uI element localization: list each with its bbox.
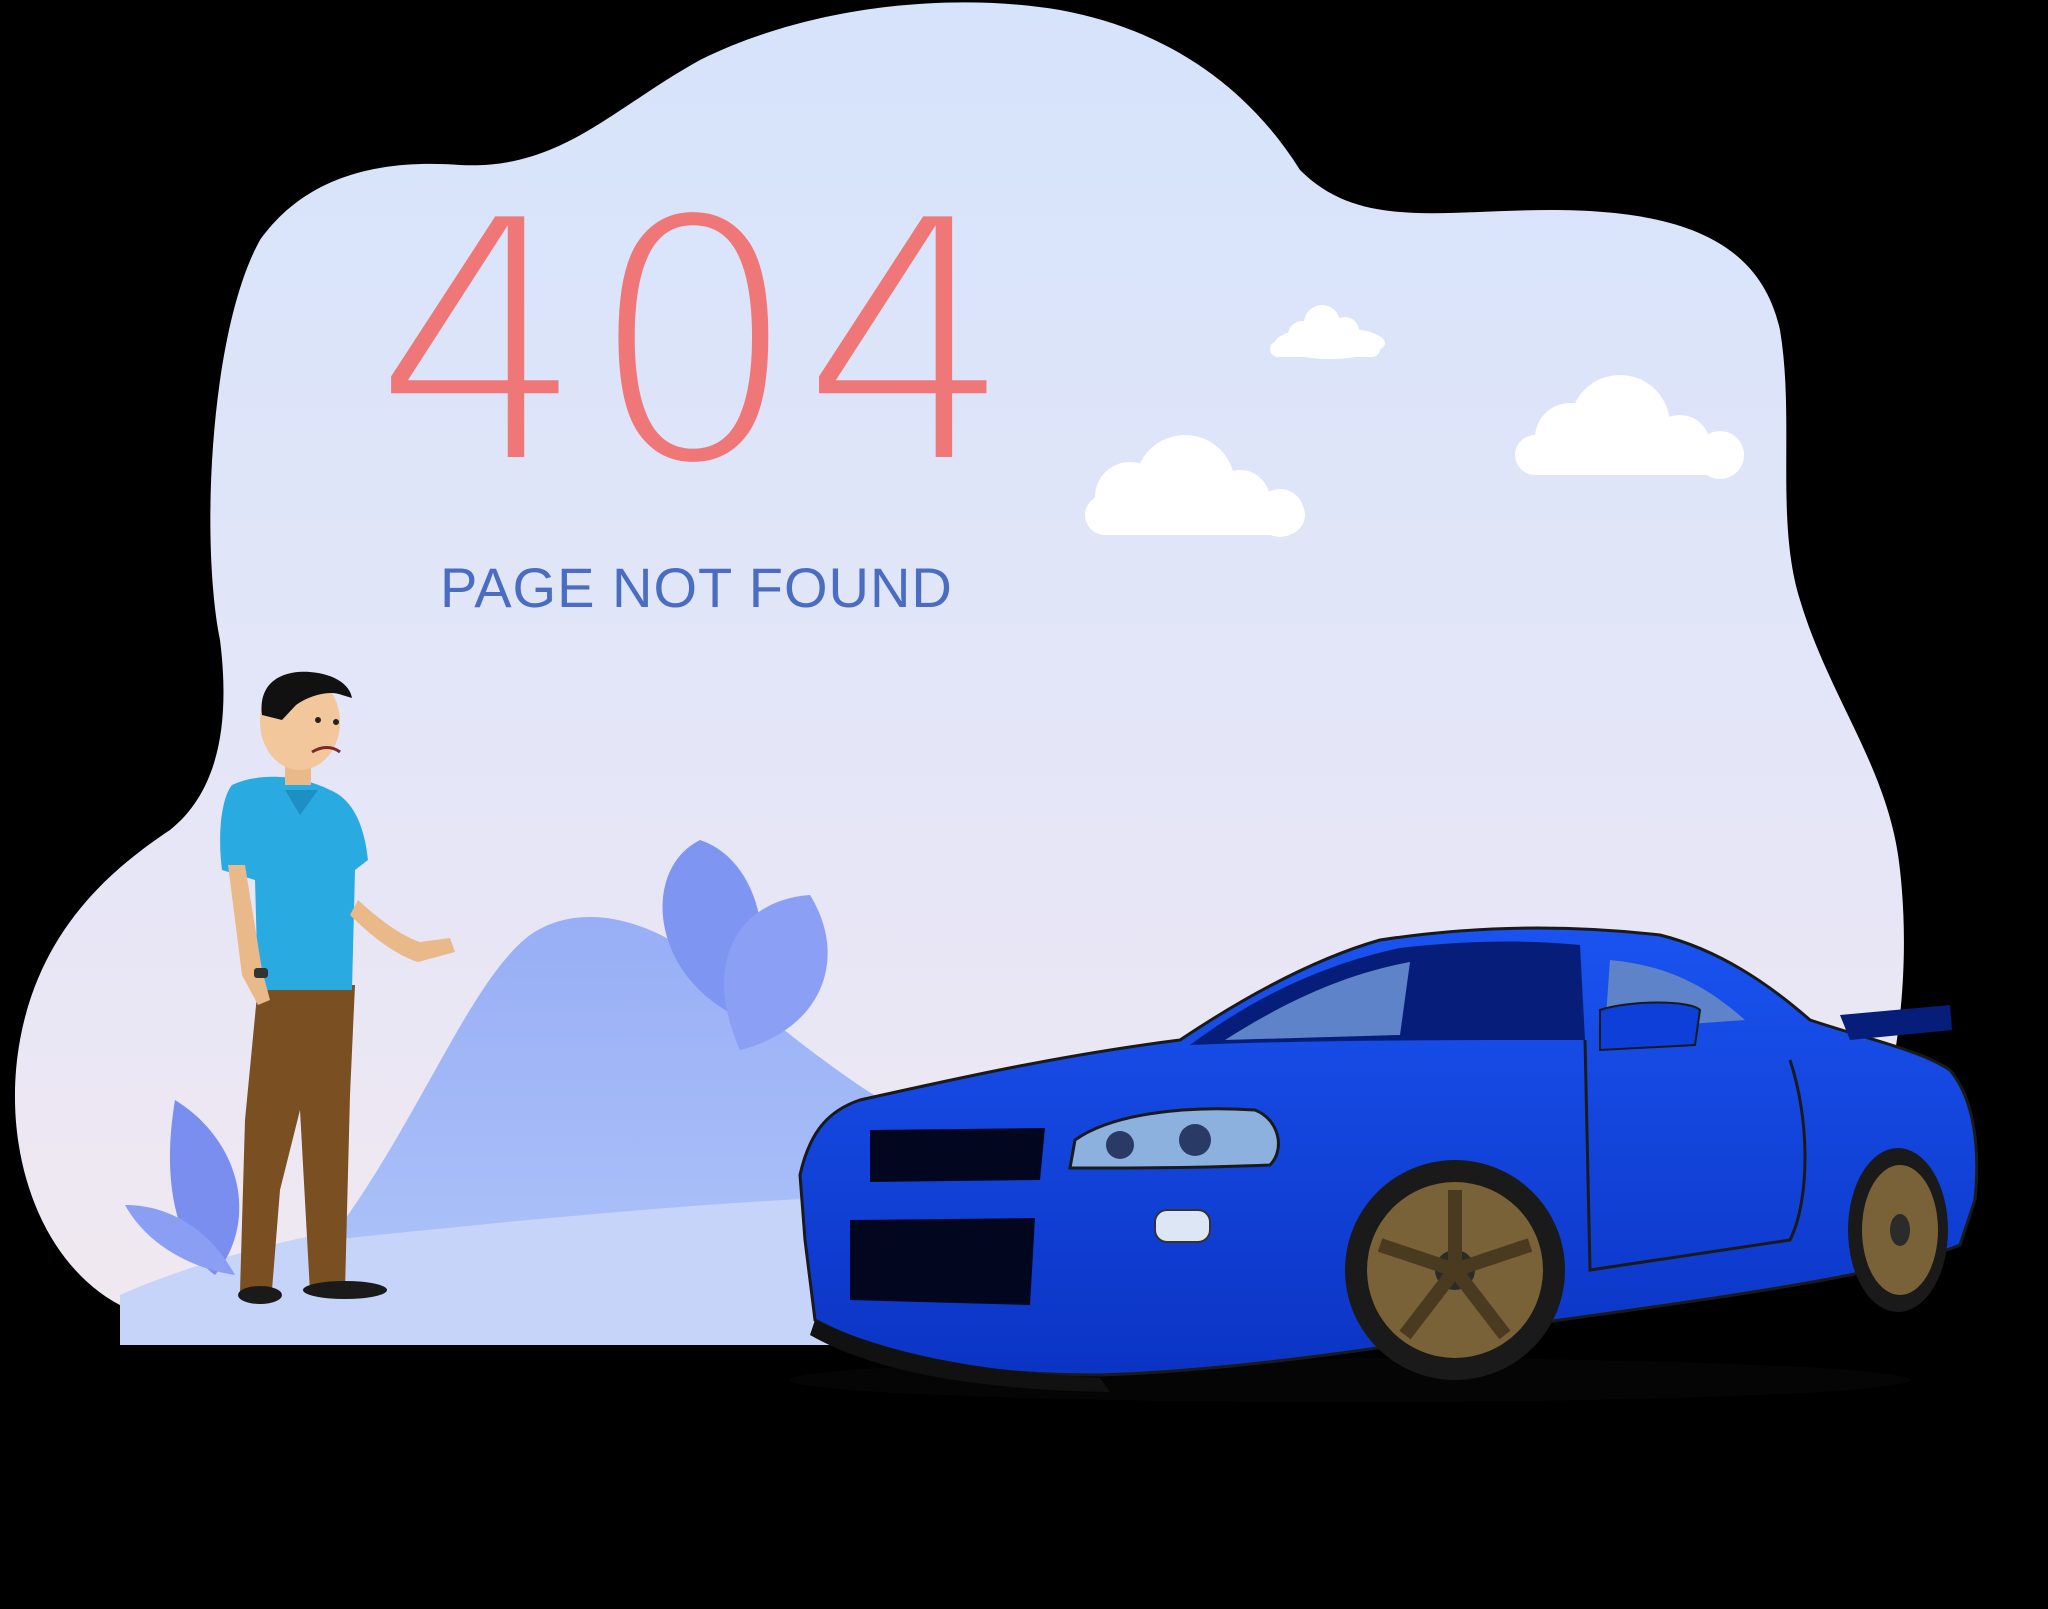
- error-code: 404: [375, 151, 1017, 535]
- error-message: PAGE NOT FOUND: [440, 556, 953, 619]
- page-not-found-screen: 404 PAGE NOT FOUND: [0, 0, 2048, 1609]
- illustration-scene: [14, 2, 1979, 1402]
